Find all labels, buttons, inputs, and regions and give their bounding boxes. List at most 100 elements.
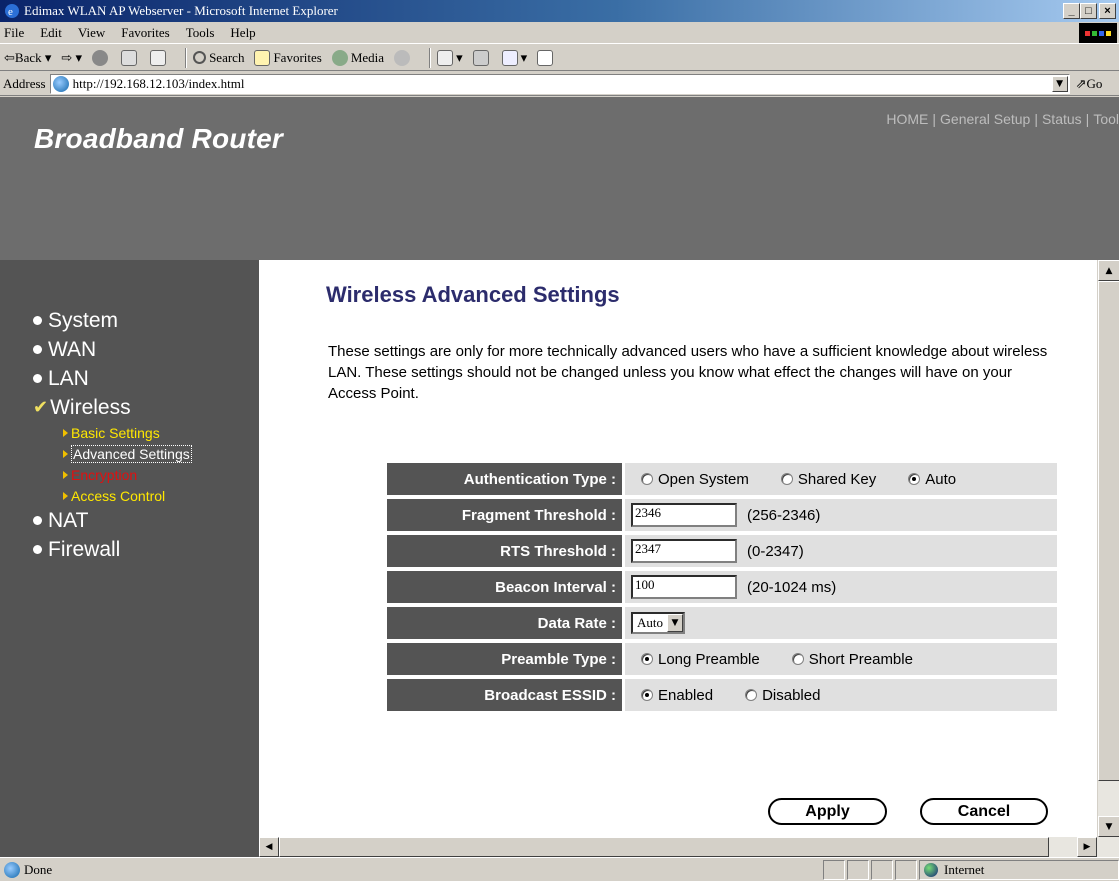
menu-view[interactable]: View	[78, 25, 105, 41]
sidebar-item-wireless[interactable]: ✔ Wireless	[33, 393, 192, 422]
sidebar-item-lan[interactable]: LAN	[33, 364, 192, 393]
radio-label: Short Preamble	[808, 650, 913, 668]
sidebar-item-nat[interactable]: NAT	[33, 506, 192, 535]
sidebar-item-label: LAN	[48, 366, 89, 390]
radio-label: Enabled	[658, 686, 714, 704]
stop-button[interactable]	[92, 49, 111, 66]
sidebar-subitem-advanced-settings[interactable]: Advanced Settings	[33, 443, 192, 464]
scroll-down-icon[interactable]: ▼	[1098, 816, 1119, 837]
auth-auto-radio[interactable]: Auto	[908, 471, 956, 488]
essid-enabled-radio[interactable]: Enabled	[641, 687, 713, 704]
address-label: Address	[3, 75, 46, 91]
search-icon	[193, 51, 207, 64]
edit-button[interactable]: ▾	[501, 49, 527, 66]
menu-favorites[interactable]: Favorites	[121, 25, 169, 41]
top-nav: HOME | General Setup | Status | Tool	[886, 111, 1119, 127]
media-button[interactable]: Media	[331, 49, 384, 66]
toolbar-separator	[429, 47, 432, 68]
broadcast-essid-options: Enabled Disabled	[625, 679, 1057, 711]
radio-label: Auto	[925, 470, 957, 488]
minimize-button[interactable]: _	[1063, 3, 1080, 19]
discuss-button[interactable]	[537, 49, 556, 66]
page-icon	[52, 75, 69, 92]
menu-edit[interactable]: Edit	[40, 25, 62, 41]
data-rate-value: Auto ▼	[625, 607, 1057, 639]
fragment-threshold-row: Fragment Threshold : 2346 (256-2346)	[387, 499, 1057, 531]
favorites-label: Favorites	[273, 49, 322, 65]
cancel-button[interactable]: Cancel	[920, 798, 1048, 825]
maximize-button[interactable]: □	[1080, 3, 1097, 19]
sidebar-subitem-label: Advanced Settings	[71, 444, 192, 463]
rts-threshold-input[interactable]: 2347	[631, 539, 737, 563]
browser-toolbar: ⇦Back ▾ ⇨ ▾ Search Favorites Media ▾ ▾	[0, 45, 1119, 71]
fragment-threshold-input[interactable]: 2346	[631, 503, 737, 527]
data-rate-select[interactable]: Auto ▼	[631, 612, 685, 634]
scroll-right-icon[interactable]: ▶	[1077, 837, 1097, 857]
back-button[interactable]: ⇦Back ▾	[4, 50, 51, 66]
main-content: Wireless Advanced Settings These setting…	[259, 260, 1097, 837]
broadcast-essid-row: Broadcast ESSID : Enabled Disabled	[387, 679, 1057, 711]
horizontal-scrollbar[interactable]: ◀ ▶	[259, 837, 1119, 857]
nav-tool[interactable]: Tool	[1093, 111, 1119, 127]
print-button[interactable]	[472, 49, 492, 66]
refresh-button[interactable]	[121, 49, 140, 66]
close-button[interactable]: ×	[1099, 3, 1116, 19]
bullet-icon	[33, 516, 42, 525]
mail-icon	[437, 49, 454, 66]
sidebar-subitem-encryption[interactable]: Encryption	[33, 464, 192, 485]
beacon-interval-input[interactable]: 100	[631, 575, 737, 599]
go-label: Go	[1086, 75, 1103, 91]
sidebar-item-system[interactable]: System	[33, 306, 192, 335]
apply-button[interactable]: Apply	[768, 798, 887, 825]
rts-threshold-value: 2347 (0-2347)	[625, 535, 1057, 567]
status-pane	[847, 860, 869, 880]
auth-shared-key-radio[interactable]: Shared Key	[780, 471, 876, 488]
preamble-long-radio[interactable]: Long Preamble	[641, 651, 760, 668]
bullet-icon	[33, 545, 42, 554]
nav-divider: |	[1034, 111, 1038, 127]
sidebar-item-label: Firewall	[48, 537, 121, 561]
sidebar-item-wan[interactable]: WAN	[33, 335, 192, 364]
status-pane	[823, 860, 845, 880]
field-label: Data Rate :	[387, 607, 622, 639]
forward-button[interactable]: ⇨ ▾	[61, 50, 82, 66]
address-input[interactable]: http://192.168.12.103/index.html ▼	[49, 73, 1070, 94]
go-button[interactable]: ⇗Go	[1076, 76, 1103, 92]
print-icon	[472, 49, 489, 66]
bullet-icon	[33, 316, 42, 325]
menu-file[interactable]: File	[4, 25, 24, 41]
home-button[interactable]	[150, 49, 169, 66]
menu-tools[interactable]: Tools	[186, 25, 215, 41]
menu-help[interactable]: Help	[230, 25, 255, 41]
range-hint: (0-2347)	[747, 542, 804, 560]
preamble-type-options: Long Preamble Short Preamble	[625, 643, 1057, 675]
auth-open-system-radio[interactable]: Open System	[641, 471, 749, 488]
nav-status[interactable]: Status	[1042, 111, 1082, 127]
mail-button[interactable]: ▾	[437, 49, 463, 66]
back-label: ⇦Back	[4, 49, 42, 65]
windows-logo-icon	[1079, 23, 1117, 43]
horizontal-scroll-thumb[interactable]	[279, 837, 1049, 857]
favorites-button[interactable]: Favorites	[254, 49, 322, 66]
nav-home[interactable]: HOME	[886, 111, 928, 127]
scroll-up-icon[interactable]: ▲	[1098, 260, 1119, 281]
address-dropdown-icon[interactable]: ▼	[1051, 75, 1068, 92]
nav-general-setup[interactable]: General Setup	[940, 111, 1030, 127]
field-label: Broadcast ESSID :	[387, 679, 622, 711]
sidebar-subitem-access-control[interactable]: Access Control	[33, 485, 192, 506]
history-icon	[394, 49, 411, 66]
vertical-scroll-thumb[interactable]	[1098, 281, 1119, 781]
search-button[interactable]: Search	[193, 50, 244, 66]
sidebar-subitem-basic-settings[interactable]: Basic Settings	[33, 422, 192, 443]
essid-disabled-radio[interactable]: Disabled	[745, 687, 820, 704]
address-bar: Address http://192.168.12.103/index.html…	[0, 72, 1119, 96]
scroll-left-icon[interactable]: ◀	[259, 837, 279, 857]
radio-circle	[780, 473, 793, 485]
radio-label: Long Preamble	[658, 650, 760, 668]
history-button[interactable]	[394, 49, 413, 66]
media-icon	[331, 49, 348, 66]
preamble-short-radio[interactable]: Short Preamble	[791, 650, 913, 668]
vertical-scrollbar[interactable]: ▲ ▼	[1097, 260, 1119, 837]
sidebar-item-firewall[interactable]: Firewall	[33, 535, 192, 564]
edit-icon	[501, 49, 518, 66]
